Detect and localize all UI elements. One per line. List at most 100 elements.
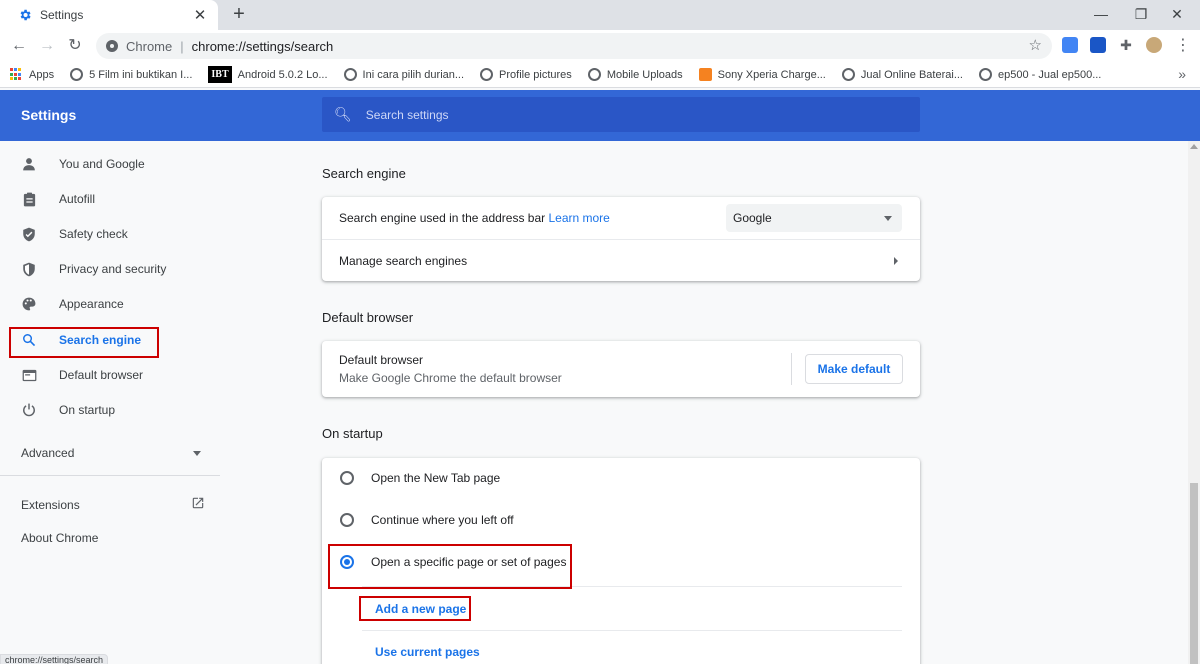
learn-more-link[interactable]: Learn more	[548, 211, 609, 225]
clipboard-icon	[21, 191, 37, 207]
sidebar-item-autofill[interactable]: Autofill	[0, 183, 220, 215]
sidebar-divider	[0, 475, 220, 476]
search-input[interactable]	[365, 107, 766, 122]
sidebar-item-safety-check[interactable]: Safety check	[0, 218, 220, 250]
address-bar[interactable]: Chrome | chrome://settings/search ☆	[96, 33, 1052, 59]
close-tab-icon[interactable]: ✕	[192, 6, 208, 24]
sidebar-item-label: Default browser	[59, 368, 144, 382]
scroll-up-icon[interactable]	[1190, 144, 1198, 149]
page-title: Settings	[21, 107, 77, 123]
settings-search[interactable]: 🔍︎	[322, 97, 920, 132]
shield-check-icon	[21, 226, 37, 242]
status-bubble: chrome://settings/search	[0, 654, 109, 664]
bookmark-apps[interactable]: Apps	[10, 68, 54, 81]
new-tab-button[interactable]: +	[228, 4, 250, 26]
globe-icon	[841, 68, 855, 81]
make-default-button[interactable]: Make default	[805, 354, 903, 384]
chevron-down-icon	[884, 215, 892, 221]
bookmark-star-icon[interactable]: ☆	[1029, 36, 1042, 54]
omnibox-url: chrome://settings/search	[191, 38, 334, 54]
use-current-pages-link[interactable]: Use current pages	[375, 645, 480, 659]
ibt-logo: IBT	[208, 66, 232, 83]
shield-icon	[21, 261, 37, 277]
startup-option-label: Continue where you left off	[371, 513, 514, 527]
tab-settings[interactable]: Settings ✕	[0, 0, 218, 30]
chevron-right-icon	[894, 257, 898, 265]
profile-avatar[interactable]	[1146, 37, 1162, 53]
bookmark-item[interactable]: Sony Xperia Charge...	[698, 68, 826, 81]
browser-icon	[21, 367, 37, 383]
search-engine-select[interactable]: Google	[726, 204, 902, 232]
palette-icon	[21, 296, 37, 312]
sidebar-item-privacy[interactable]: Privacy and security	[0, 253, 220, 285]
menu-icon[interactable]: ⋮	[1172, 35, 1194, 57]
omnibox-origin: Chrome	[126, 38, 173, 54]
manage-search-engines-row[interactable]: Manage search engines	[322, 240, 920, 281]
more-bookmarks-icon[interactable]: »	[1178, 66, 1186, 82]
sidebar-item-label: On startup	[59, 403, 116, 417]
sidebar-item-label: You and Google	[59, 157, 145, 171]
bookmarks-bar: Apps 5 Film ini buktikan I... IBT Android…	[0, 62, 1200, 88]
person-icon	[21, 156, 37, 172]
bookmark-label: Apps	[29, 68, 55, 81]
bookmark-label: Sony Xperia Charge...	[717, 68, 826, 81]
toolbar: ← → ↻ Chrome | chrome://settings/search …	[0, 30, 1200, 62]
startup-option-label: Open the New Tab page	[371, 471, 501, 485]
search-icon: 🔍︎	[334, 106, 352, 122]
puzzle-icon[interactable]: ✚	[1118, 37, 1134, 53]
tab-strip: Settings ✕ + — ❐ ✕	[0, 0, 1200, 30]
bookmark-item[interactable]: Mobile Uploads	[587, 68, 683, 81]
bookmark-label: Ini cara pilih durian...	[362, 68, 465, 81]
globe-icon	[587, 68, 601, 81]
bookmark-item[interactable]: ep500 - Jual ep500...	[979, 68, 1101, 81]
sidebar-item-on-startup[interactable]: On startup	[0, 394, 220, 426]
scrollbar-thumb[interactable]	[1190, 483, 1198, 664]
radio-button[interactable]	[340, 513, 354, 527]
power-icon	[21, 402, 37, 418]
radio-button[interactable]	[340, 471, 354, 485]
back-icon[interactable]: ←	[8, 35, 30, 57]
sidebar-item-extensions[interactable]: Extensions	[21, 496, 205, 513]
omnibox-separator: |	[180, 38, 184, 54]
bookmark-item[interactable]: 5 Film ini buktikan I...	[70, 68, 192, 81]
sidebar-item-default-browser[interactable]: Default browser	[0, 359, 220, 391]
bookmark-label: Profile pictures	[499, 68, 572, 81]
extension-icon[interactable]	[1090, 37, 1106, 53]
bookmark-item[interactable]: IBT Android 5.0.2 Lo...	[208, 66, 328, 83]
globe-icon	[343, 68, 357, 81]
section-title-on-startup: On startup	[322, 426, 383, 441]
highlight-box	[9, 327, 159, 358]
forward-icon[interactable]: →	[36, 35, 58, 57]
bookmark-label: Mobile Uploads	[606, 68, 683, 81]
highlight-box	[359, 596, 471, 621]
bookmark-label: Jual Online Baterai...	[860, 68, 963, 81]
sidebar-advanced[interactable]: Advanced	[21, 446, 201, 460]
row-divider	[362, 630, 902, 631]
sidebar-item-label: Autofill	[59, 192, 96, 206]
globe-icon	[480, 68, 494, 81]
search-engine-row: Search engine used in the address bar Le…	[322, 197, 920, 239]
sidebar-item-appearance[interactable]: Appearance	[0, 288, 220, 320]
search-engine-used-label: Search engine used in the address bar	[339, 211, 546, 225]
startup-option-continue[interactable]: Continue where you left off	[322, 500, 920, 540]
tab-title: Settings	[40, 8, 84, 22]
bookmark-item[interactable]: Jual Online Baterai...	[841, 68, 963, 81]
sidebar-item-you-and-google[interactable]: You and Google	[0, 148, 220, 180]
close-window-icon[interactable]: ✕	[1154, 4, 1200, 26]
secure-icon	[106, 40, 118, 52]
default-browser-card: Default browser Make Google Chrome the d…	[322, 341, 920, 397]
gear-icon	[20, 9, 31, 21]
extensions-label: Extensions	[21, 497, 80, 512]
bookmark-item[interactable]: Ini cara pilih durian...	[343, 68, 465, 81]
apps-icon	[10, 68, 23, 81]
bookmark-label: 5 Film ini buktikan I...	[89, 68, 193, 81]
startup-option-new-tab[interactable]: Open the New Tab page	[322, 458, 920, 498]
reload-icon[interactable]: ↻	[64, 35, 86, 57]
sidebar-item-about[interactable]: About Chrome	[21, 531, 98, 545]
translate-extension-icon[interactable]	[1062, 37, 1078, 53]
manage-search-engines-label: Manage search engines	[339, 253, 468, 268]
bookmark-item[interactable]: Profile pictures	[480, 68, 572, 81]
scrollbar[interactable]	[1188, 141, 1200, 664]
sidebar-item-label: Appearance	[59, 297, 124, 311]
bookmark-label: ep500 - Jual ep500...	[998, 68, 1102, 81]
